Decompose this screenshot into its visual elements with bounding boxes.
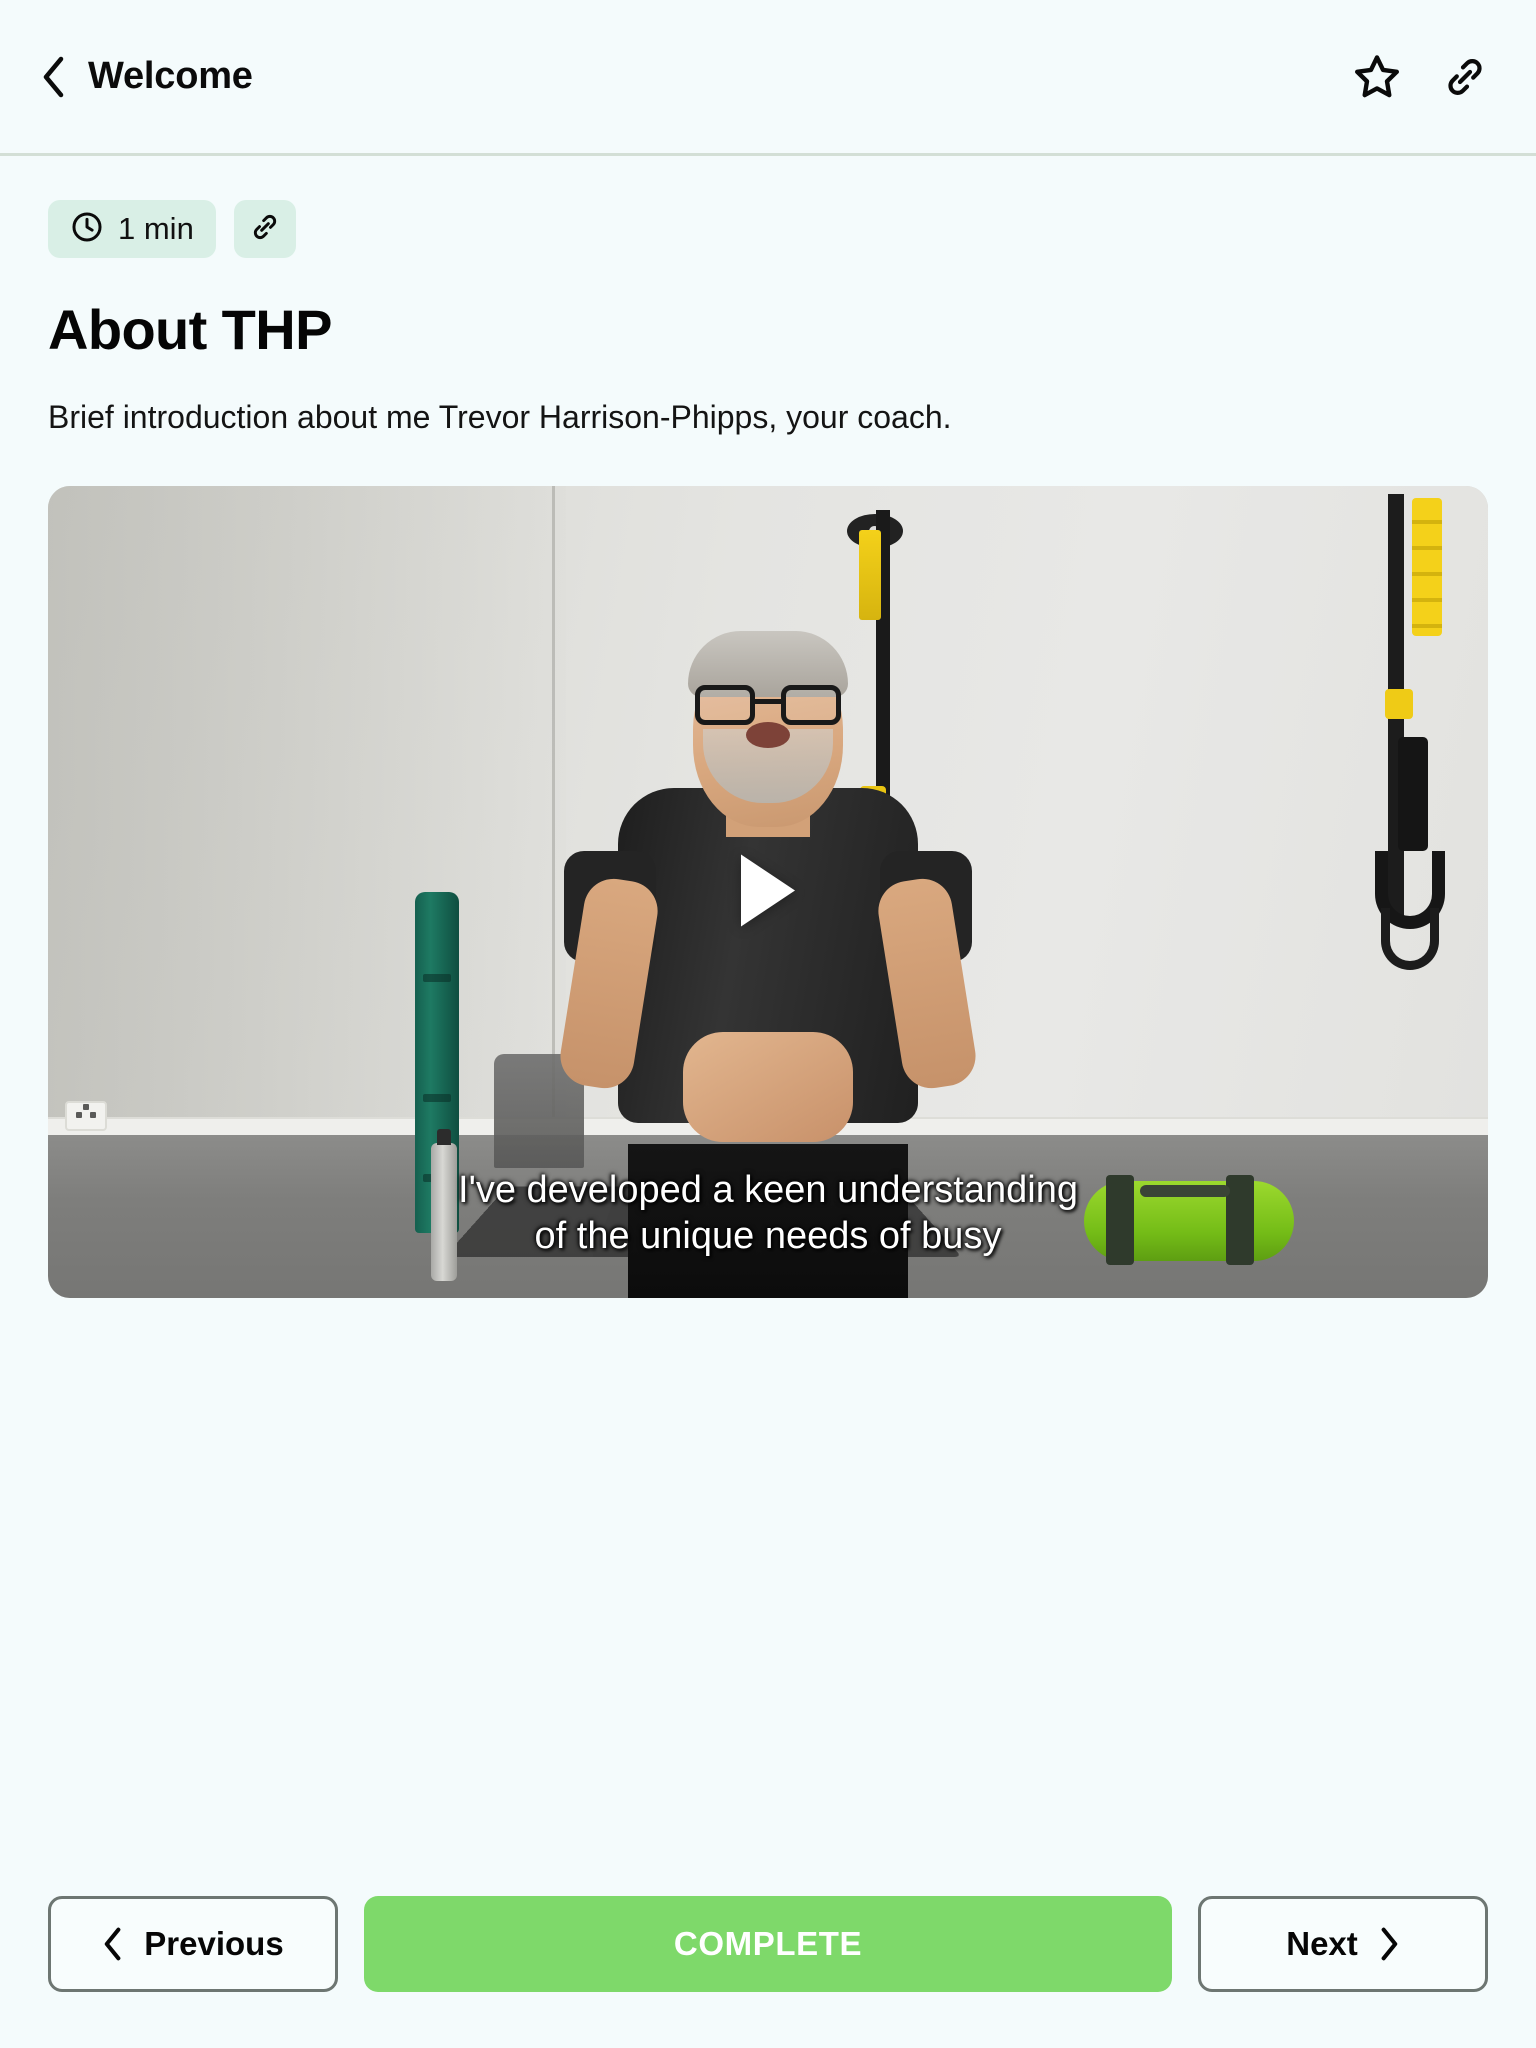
video-scene-trx-clip-right: [1385, 688, 1414, 719]
lesson-title: About THP: [48, 298, 332, 361]
play-icon[interactable]: [741, 854, 795, 927]
lesson-meta-badges: 1 min: [48, 200, 1488, 258]
video-scene-trx-handle-right: [1397, 737, 1428, 852]
glasses-bridge: [755, 699, 781, 705]
lesson-content: 1 min About THP Brief introduction about…: [0, 156, 1536, 1896]
lesson-link-badge[interactable]: [233, 200, 296, 258]
coach-glasses: [695, 685, 841, 727]
lesson-footer-nav: Previous COMPLETE Next: [0, 1896, 1536, 2048]
page-title: Welcome: [88, 55, 253, 97]
coach-hands: [683, 1032, 853, 1143]
clock-icon: [70, 210, 104, 249]
video-player[interactable]: I've developed a keen understanding of t…: [48, 485, 1488, 1298]
lesson-description: Brief introduction about me Trevor Harri…: [48, 399, 952, 436]
video-scene-power-socket: [65, 1101, 108, 1132]
coach-mouth: [746, 722, 790, 749]
link-icon: [249, 211, 281, 248]
video-captions: I've developed a keen understanding of t…: [48, 1167, 1488, 1260]
next-label: Next: [1286, 1925, 1358, 1962]
link-icon[interactable]: [1438, 50, 1492, 104]
caption-line-2: of the unique needs of busy: [534, 1215, 1002, 1258]
video-scene-trx-loop-right-inner: [1381, 907, 1440, 970]
video-scene-trx-webbing-right: [1411, 497, 1442, 636]
previous-label: Previous: [144, 1925, 284, 1962]
video-scene-wall-corner: [552, 485, 555, 1120]
lesson-screen: Welcome 1 min About THP Brief introducti…: [0, 0, 1536, 2048]
next-button[interactable]: Next: [1198, 1896, 1488, 1992]
back-navigation[interactable]: Welcome: [36, 55, 253, 98]
app-header: Welcome: [0, 0, 1536, 156]
chevron-left-icon: [102, 1927, 124, 1961]
complete-button[interactable]: COMPLETE: [364, 1896, 1172, 1992]
header-actions: [1350, 50, 1492, 104]
video-scene-wall-shade: [48, 485, 567, 1152]
caption-line-1: I've developed a keen understanding: [458, 1168, 1078, 1211]
previous-button[interactable]: Previous: [48, 1896, 338, 1992]
duration-label: 1 min: [118, 211, 194, 246]
complete-label: COMPLETE: [673, 1925, 863, 1962]
duration-badge: 1 min: [48, 200, 216, 258]
glasses-lens-left: [695, 685, 755, 726]
chevron-left-icon[interactable]: [36, 56, 70, 97]
star-icon[interactable]: [1350, 50, 1404, 104]
chevron-right-icon: [1378, 1927, 1400, 1961]
glasses-lens-right: [781, 685, 841, 726]
